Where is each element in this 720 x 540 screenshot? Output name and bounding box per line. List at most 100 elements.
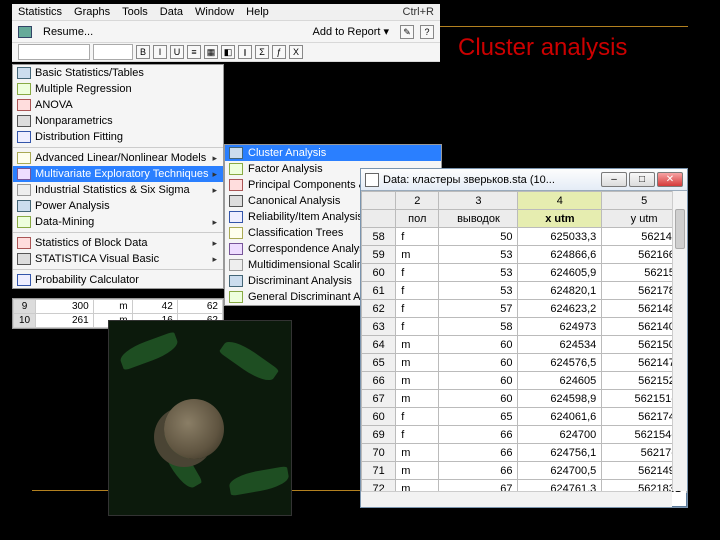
data-cell[interactable]: f	[396, 282, 439, 300]
data-cell[interactable]: 65	[439, 408, 518, 426]
data-cell[interactable]: 624576,5	[518, 354, 602, 372]
data-cell[interactable]: m	[396, 444, 439, 462]
font-dropdown[interactable]	[18, 44, 90, 60]
cell[interactable]: 261	[36, 314, 94, 328]
paint-icon[interactable]: ◧	[221, 45, 235, 59]
data-cell[interactable]: 624605,9	[518, 264, 602, 282]
data-cell[interactable]: f	[396, 408, 439, 426]
column-number[interactable]: 4	[518, 192, 602, 210]
row-header[interactable]: 58	[362, 228, 396, 246]
menu-graphs[interactable]: Graphs	[74, 6, 110, 18]
menu-item[interactable]: Basic Statistics/Tables	[13, 65, 223, 81]
row-header[interactable]: 10	[14, 314, 36, 328]
close-button[interactable]: ✕	[657, 172, 683, 187]
row-header[interactable]: 59	[362, 246, 396, 264]
menu-item[interactable]: STATISTICA Visual Basic▸	[13, 251, 223, 267]
data-cell[interactable]: 624061,6	[518, 408, 602, 426]
data-cell[interactable]: 624700,5	[518, 462, 602, 480]
column-number[interactable]: 3	[439, 192, 518, 210]
row-header[interactable]: 60	[362, 408, 396, 426]
size-dropdown[interactable]	[93, 44, 133, 60]
data-cell[interactable]: 66	[439, 444, 518, 462]
submenu-item[interactable]: Cluster Analysis	[225, 145, 441, 161]
row-header[interactable]: 71	[362, 462, 396, 480]
data-cell[interactable]: 60	[439, 390, 518, 408]
data-cell[interactable]: 624534	[518, 336, 602, 354]
data-grid[interactable]: 2345полвыводокx utmy utm58f50625033,3562…	[361, 191, 687, 493]
column-number[interactable]: 2	[396, 192, 439, 210]
data-cell[interactable]: 66	[439, 426, 518, 444]
resume-button[interactable]: Resume...	[38, 24, 98, 40]
data-cell[interactable]: 624866,6	[518, 246, 602, 264]
chart-icon[interactable]: ⫾	[238, 45, 252, 59]
data-cell[interactable]: 624756,1	[518, 444, 602, 462]
row-header[interactable]: 69	[362, 426, 396, 444]
data-cell[interactable]: 53	[439, 282, 518, 300]
vertical-scrollbar[interactable]	[672, 191, 687, 491]
data-cell[interactable]: 624820,1	[518, 282, 602, 300]
row-header[interactable]: 60	[362, 264, 396, 282]
sigma-icon[interactable]: Σ	[255, 45, 269, 59]
menu-item[interactable]: Distribution Fitting	[13, 129, 223, 145]
data-cell[interactable]: m	[396, 246, 439, 264]
menu-item[interactable]: Statistics of Block Data▸	[13, 232, 223, 251]
data-cell[interactable]: f	[396, 426, 439, 444]
row-header[interactable]: 61	[362, 282, 396, 300]
cell[interactable]: 300	[36, 300, 94, 314]
data-cell[interactable]: f	[396, 300, 439, 318]
menu-tools[interactable]: Tools	[122, 6, 148, 18]
cell[interactable]: 42	[132, 300, 177, 314]
data-cell[interactable]: 624605	[518, 372, 602, 390]
row-header[interactable]: 64	[362, 336, 396, 354]
minimize-button[interactable]: –	[601, 172, 627, 187]
row-header[interactable]: 67	[362, 390, 396, 408]
column-name[interactable]: пол	[396, 210, 439, 228]
row-header[interactable]: 63	[362, 318, 396, 336]
data-cell[interactable]: m	[396, 336, 439, 354]
horizontal-scrollbar[interactable]	[361, 491, 672, 507]
data-cell[interactable]: 624623,2	[518, 300, 602, 318]
data-cell[interactable]: 625033,3	[518, 228, 602, 246]
row-header[interactable]: 9	[14, 300, 36, 314]
data-cell[interactable]: 66	[439, 462, 518, 480]
menu-item[interactable]: Data-Mining▸	[13, 214, 223, 230]
column-name[interactable]: выводок	[439, 210, 518, 228]
menu-item[interactable]: Multivariate Exploratory Techniques▸	[13, 166, 223, 182]
data-cell[interactable]: 60	[439, 336, 518, 354]
menu-item[interactable]: Advanced Linear/Nonlinear Models▸	[13, 147, 223, 166]
data-cell[interactable]: 58	[439, 318, 518, 336]
row-header[interactable]: 62	[362, 300, 396, 318]
menu-window[interactable]: Window	[195, 6, 234, 18]
column-name[interactable]: x utm	[518, 210, 602, 228]
add-to-report-button[interactable]: Add to Report ▾	[308, 23, 394, 40]
row-header[interactable]: 66	[362, 372, 396, 390]
row-header[interactable]: 65	[362, 354, 396, 372]
func-icon[interactable]: ƒ	[272, 45, 286, 59]
italic-icon[interactable]: I	[153, 45, 167, 59]
toolbar-icon-b[interactable]: ?	[420, 25, 434, 39]
data-cell[interactable]: 53	[439, 246, 518, 264]
menu-item[interactable]: Industrial Statistics & Six Sigma▸	[13, 182, 223, 198]
row-header[interactable]: 70	[362, 444, 396, 462]
maximize-button[interactable]: □	[629, 172, 655, 187]
menu-help[interactable]: Help	[246, 6, 269, 18]
align-icon[interactable]: ≡	[187, 45, 201, 59]
cell[interactable]: m	[93, 300, 132, 314]
data-cell[interactable]: m	[396, 372, 439, 390]
menu-statistics[interactable]: Statistics	[18, 6, 62, 18]
data-cell[interactable]: 60	[439, 354, 518, 372]
underline-icon[interactable]: U	[170, 45, 184, 59]
data-cell[interactable]: 53	[439, 264, 518, 282]
data-cell[interactable]: m	[396, 462, 439, 480]
data-cell[interactable]: m	[396, 354, 439, 372]
bold-icon[interactable]: B	[136, 45, 150, 59]
data-cell[interactable]: 624700	[518, 426, 602, 444]
data-cell[interactable]: 624973	[518, 318, 602, 336]
menu-item[interactable]: Probability Calculator	[13, 269, 223, 288]
toolbar-icon-a[interactable]: ✎	[400, 25, 414, 39]
data-cell[interactable]: 624598,9	[518, 390, 602, 408]
menu-item[interactable]: Multiple Regression	[13, 81, 223, 97]
menu-item[interactable]: Nonparametrics	[13, 113, 223, 129]
cell[interactable]: 62	[177, 300, 222, 314]
vars-icon[interactable]: X	[289, 45, 303, 59]
